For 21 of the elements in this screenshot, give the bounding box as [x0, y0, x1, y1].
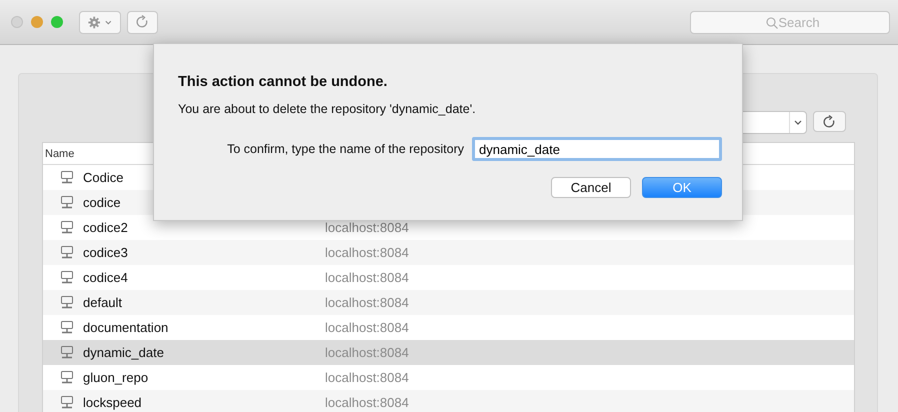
dialog-message: You are about to delete the repository 'dynamic_date'.: [178, 102, 477, 116]
server-address: localhost:8084: [325, 320, 409, 335]
repository-name: lockspeed: [83, 395, 142, 410]
server-address: localhost:8084: [325, 245, 409, 260]
server-address: localhost:8084: [325, 345, 409, 360]
repository-name: default: [83, 295, 122, 310]
repository-name: codice2: [83, 220, 128, 235]
repository-name: documentation: [83, 320, 168, 335]
server-address: localhost:8084: [325, 295, 409, 310]
repository-name: codice4: [83, 270, 128, 285]
dialog-title: This action cannot be undone.: [178, 74, 388, 90]
repository-name: codice3: [83, 245, 128, 260]
repository-name: gluon_repo: [83, 370, 148, 385]
repository-name: codice: [83, 195, 121, 210]
server-address: localhost:8084: [325, 395, 409, 410]
field-label: To confirm, type the name of the repository: [227, 142, 464, 156]
repository-name: dynamic_date: [83, 345, 164, 360]
server-address: localhost:8084: [325, 370, 409, 385]
server-address: localhost:8084: [325, 270, 409, 285]
server-address: localhost:8084: [325, 220, 409, 235]
repository-name: Codice: [83, 170, 124, 185]
